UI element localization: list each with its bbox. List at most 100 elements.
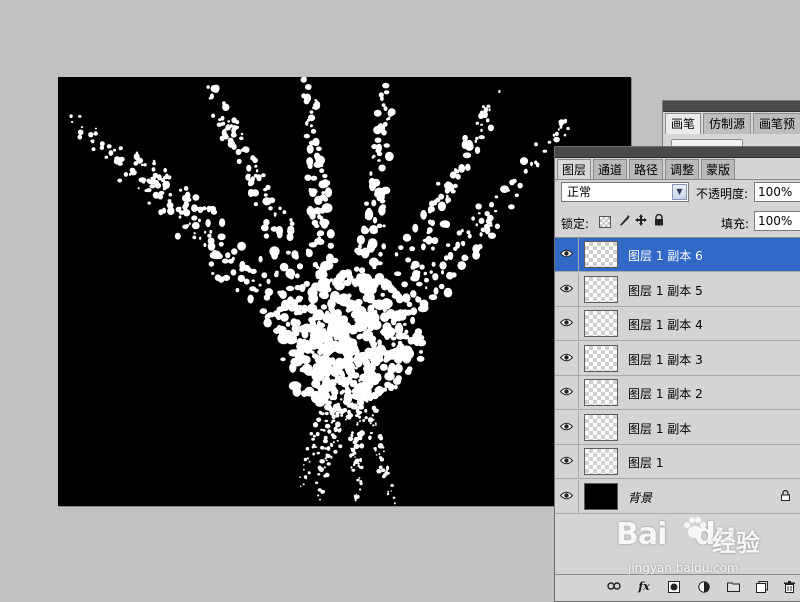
layer-name[interactable]: 图层 1 副本 4 [628, 316, 703, 333]
brush-panel-titlebar[interactable] [663, 101, 800, 112]
layer-name[interactable]: 图层 1 副本 3 [628, 351, 703, 368]
particle-dot [263, 187, 268, 192]
layer-name[interactable]: 背景 [628, 489, 652, 506]
particle-dot [371, 199, 377, 207]
layer-visibility-toggle[interactable] [555, 238, 579, 271]
tab-adjustments[interactable]: 调整 [665, 159, 700, 180]
particle-dot [344, 386, 350, 391]
layer-name[interactable]: 图层 1 [628, 454, 663, 471]
particle-dot [312, 434, 316, 438]
tab-masks[interactable]: 蒙版 [701, 159, 736, 180]
particle-dot [462, 134, 468, 142]
tab-channels[interactable]: 通道 [593, 159, 628, 180]
tab-brush-presets[interactable]: 画笔预 [753, 113, 800, 134]
particle-dot [477, 243, 483, 250]
particle-dot [436, 181, 441, 186]
fill-input[interactable]: 100% [754, 211, 800, 231]
layer-row[interactable]: 图层 1 [555, 445, 800, 479]
layer-visibility-toggle[interactable] [555, 376, 579, 409]
particle-dot [320, 412, 325, 416]
particle-dot [356, 423, 359, 426]
particle-dot [382, 224, 386, 228]
chevron-down-icon[interactable]: ▼ [672, 184, 687, 200]
particle-dot [359, 430, 365, 437]
layers-panel-titlebar[interactable] [555, 147, 800, 158]
document-canvas[interactable] [58, 77, 631, 506]
particle-dot [306, 118, 311, 122]
particle-dot [394, 310, 400, 318]
particle-dot [361, 225, 367, 233]
particle-dot [119, 156, 125, 162]
layer-visibility-toggle[interactable] [555, 479, 579, 513]
tab-brush[interactable]: 画笔 [665, 113, 702, 134]
particle-dot [405, 257, 411, 263]
layer-thumbnail[interactable] [584, 275, 618, 303]
layer-thumbnail[interactable] [584, 413, 618, 441]
particle-dot [309, 212, 316, 220]
particle-dot [369, 228, 378, 235]
particle-dot [246, 164, 252, 172]
particle-dot [374, 386, 385, 395]
particle-dot [383, 357, 389, 363]
particle-dot [303, 468, 305, 471]
particle-dot [362, 358, 370, 367]
lock-image-pixels-icon[interactable] [617, 214, 630, 227]
blend-mode-select[interactable]: 正常 ▼ [561, 182, 689, 202]
layer-thumbnail[interactable] [584, 448, 618, 475]
lock-all-icon[interactable] [652, 213, 665, 227]
layer-thumbnail[interactable] [584, 241, 618, 268]
particle-dot [315, 431, 320, 437]
particle-dot [232, 125, 238, 131]
layer-visibility-toggle[interactable] [555, 410, 579, 444]
particle-dot [182, 224, 189, 230]
layer-name[interactable]: 图层 1 副本 2 [628, 385, 703, 402]
particle-dot [211, 113, 216, 118]
layer-row[interactable]: 图层 1 副本 5 [555, 272, 800, 307]
particle-dot [266, 312, 275, 318]
tab-paths[interactable]: 路径 [629, 159, 664, 180]
layer-visibility-toggle[interactable] [555, 341, 579, 375]
particle-dot [450, 189, 456, 194]
particle-dot [280, 299, 290, 311]
particle-dot [489, 201, 495, 208]
layer-thumbnail[interactable] [584, 310, 618, 337]
layer-row[interactable]: 背景 [555, 479, 800, 514]
particle-dot [240, 132, 244, 136]
layer-row[interactable]: 图层 1 副本 3 [555, 341, 800, 376]
layer-visibility-toggle[interactable] [555, 307, 579, 340]
particle-dot [475, 136, 479, 140]
particle-dot [387, 366, 396, 374]
layer-name[interactable]: 图层 1 副本 6 [628, 247, 703, 264]
layer-row[interactable]: 图层 1 副本 4 [555, 307, 800, 341]
particle-dot [376, 143, 383, 152]
particle-dot [337, 342, 345, 350]
particle-dot [394, 323, 404, 335]
layer-name[interactable]: 图层 1 副本 [628, 420, 691, 437]
layer-thumbnail[interactable] [584, 482, 618, 510]
particle-dot [217, 233, 226, 241]
particle-dot [379, 363, 388, 371]
layer-thumbnail[interactable] [584, 344, 618, 372]
layer-visibility-toggle[interactable] [555, 272, 579, 306]
particle-dot [339, 427, 342, 432]
particle-dot [207, 242, 216, 251]
layer-thumbnail[interactable] [584, 379, 618, 406]
particle-dot [80, 126, 84, 129]
layer-row[interactable]: 图层 1 副本 2 [555, 376, 800, 410]
fill-label: 填充: [721, 217, 750, 231]
particle-dot [360, 247, 370, 259]
tab-clone-source[interactable]: 仿制源 [703, 113, 752, 134]
particle-dot [270, 226, 278, 232]
tab-layers[interactable]: 图层 [557, 159, 592, 180]
layer-row[interactable]: 图层 1 副本 6 [555, 238, 800, 272]
particle-dot [316, 451, 320, 455]
layer-row[interactable]: 图层 1 副本 [555, 410, 800, 445]
layer-visibility-toggle[interactable] [555, 445, 579, 478]
lock-position-icon[interactable] [634, 214, 647, 227]
lock-transparent-pixels-icon[interactable] [599, 216, 611, 228]
watermark-url: jingyan.baidu.com [628, 561, 739, 575]
particle-dot [553, 136, 560, 143]
layer-name[interactable]: 图层 1 副本 5 [628, 282, 703, 299]
opacity-input[interactable]: 100% [754, 182, 800, 202]
particle-dot [225, 252, 231, 259]
